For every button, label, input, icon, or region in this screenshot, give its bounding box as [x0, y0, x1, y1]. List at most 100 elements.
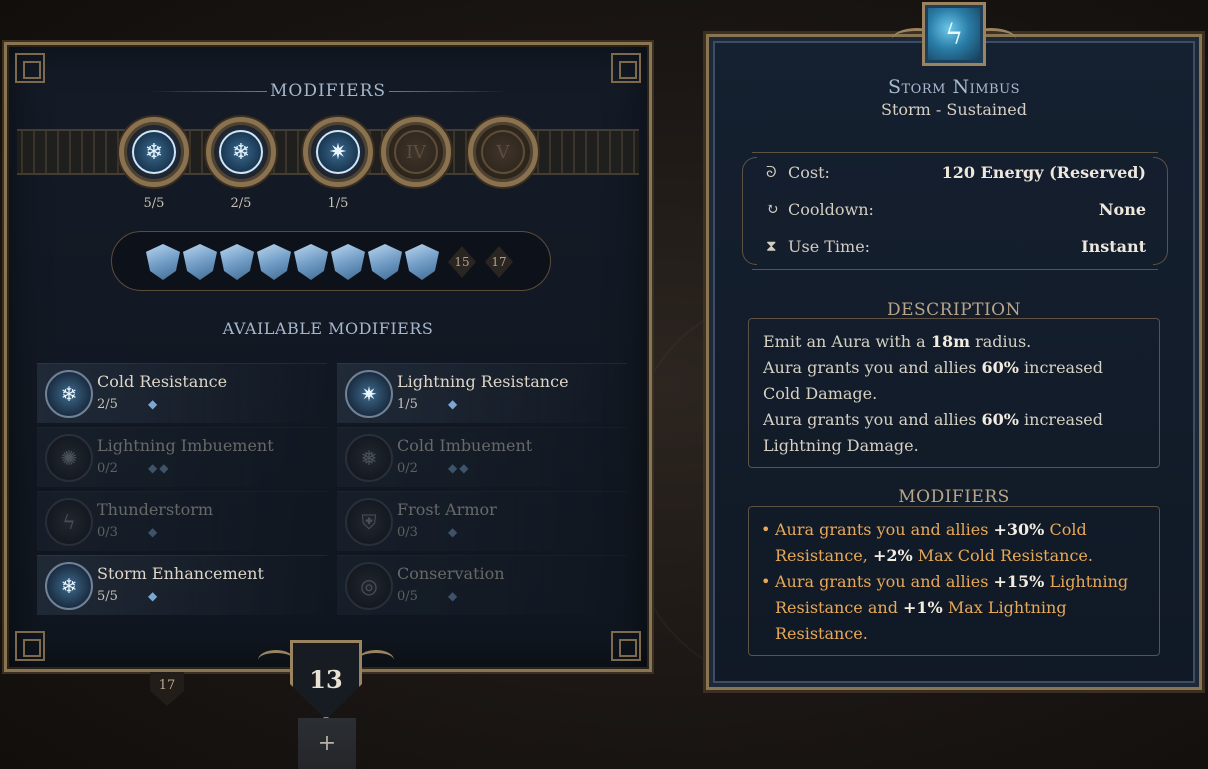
stat-label: Cooldown: — [788, 200, 874, 219]
point-gem — [183, 244, 217, 280]
energy-swirl-icon: ᘐ — [766, 163, 777, 181]
stat-label: Cost: — [788, 163, 830, 182]
modifier-cost-pips: ◆ — [148, 525, 160, 539]
required-level-badge: 17 — [150, 672, 184, 706]
skill-icon-frame: ϟ — [922, 2, 986, 66]
skill-type: Storm - Sustained — [881, 100, 1027, 119]
lightning-resistance-icon: ✷ — [316, 130, 360, 174]
modifier-count: 0/2 — [397, 461, 418, 476]
modifier-thunderstorm[interactable]: ϟ Thunderstorm 0/3 ◆ — [37, 491, 327, 551]
storm-enhancement-icon: ❄ — [132, 130, 176, 174]
hourglass-icon: ⧗ — [766, 237, 777, 255]
modifier-frost-armor[interactable]: ⛨ Frost Armor 0/3 ◆ — [337, 491, 627, 551]
modifier-cost-pips: ◆◆ — [148, 461, 171, 475]
skill-name: Storm Nimbus — [888, 76, 1020, 98]
description-line: Aura grants you and allies 60% increased… — [763, 358, 1103, 403]
modifier-name: Cold Resistance — [97, 372, 228, 391]
point-gem — [368, 244, 402, 280]
slot-count: 2/5 — [230, 196, 252, 211]
modifier-lightning-imbuement[interactable]: ✺ Lightning Imbuement 0/2 ◆◆ — [37, 427, 327, 487]
stat-value: None — [1098, 200, 1146, 219]
modifier-conservation[interactable]: ◎ Conservation 0/5 ◆ — [337, 555, 627, 615]
badge-ornament — [258, 650, 294, 670]
modifier-count: 5/5 — [97, 589, 118, 604]
modifier-cold-imbuement[interactable]: ❅ Cold Imbuement 0/2 ◆◆ — [337, 427, 627, 487]
stat-row-use-time: ⧗ Use Time: Instant — [766, 237, 1146, 261]
corner-ornament — [15, 53, 45, 83]
modifier-slot-5[interactable]: V — [468, 117, 538, 187]
modifier-count: 0/5 — [397, 589, 418, 604]
locked-gem: 17 — [485, 246, 513, 278]
cold-resistance-icon: ❄ — [219, 130, 263, 174]
corner-ornament — [15, 631, 45, 661]
modifier-cost-pips: ◆ — [448, 397, 460, 411]
description-line: Aura grants you and allies 60% increased… — [763, 410, 1103, 455]
modifier-cost-pips: ◆ — [448, 589, 460, 603]
modifier-name: Thunderstorm — [97, 500, 214, 519]
point-gem — [294, 244, 328, 280]
modifiers-title: MODIFIERS — [269, 81, 387, 101]
skill-stats: ᘐ Cost: 120 Energy (Reserved) ↻ Cooldown… — [742, 152, 1168, 270]
modifier-effect: Aura grants you and allies +15% Lightnin… — [761, 569, 1145, 647]
modifier-cost-pips: ◆ — [148, 397, 160, 411]
modifiers-detail-box: Aura grants you and allies +30% Cold Res… — [748, 506, 1160, 656]
point-gem — [220, 244, 254, 280]
thunderstorm-icon: ϟ — [45, 498, 93, 546]
badge-ornament — [358, 650, 394, 670]
lightning-resistance-icon: ✷ — [345, 370, 393, 418]
cold-resistance-icon: ❄ — [45, 370, 93, 418]
modifier-name: Frost Armor — [397, 500, 497, 519]
conservation-icon: ◎ — [345, 562, 393, 610]
modifier-storm-enhancement[interactable]: ❄ Storm Enhancement 5/5 ◆ — [37, 555, 327, 615]
add-point-button[interactable]: + — [298, 718, 356, 769]
point-gem — [257, 244, 291, 280]
description-title: DESCRIPTION — [886, 300, 1021, 320]
modifiers-detail-title: MODIFIERS — [898, 487, 1010, 507]
locked-gem: 15 — [448, 246, 476, 278]
available-modifiers-title: AVAILABLE MODIFIERS — [222, 319, 434, 338]
point-gem — [146, 244, 180, 280]
modifier-cost-pips: ◆ — [448, 525, 460, 539]
locked-slot-label: V — [481, 130, 525, 174]
slot-count: 1/5 — [327, 196, 349, 211]
modifier-cost-pips: ◆◆ — [448, 461, 471, 475]
corner-ornament — [611, 53, 641, 83]
lightning-imbuement-icon: ✺ — [45, 434, 93, 482]
cooldown-icon: ↻ — [766, 200, 779, 218]
modifier-cost-pips: ◆ — [148, 589, 160, 603]
modifier-name: Cold Imbuement — [397, 436, 533, 455]
corner-ornament — [611, 631, 641, 661]
stat-row-cooldown: ↻ Cooldown: None — [766, 200, 1146, 224]
modifier-name: Conservation — [397, 564, 505, 583]
modifier-slot-3[interactable]: ✷ — [303, 117, 373, 187]
modifier-count: 0/3 — [97, 525, 118, 540]
modifier-name: Lightning Imbuement — [97, 436, 274, 455]
locked-slot-label: IV — [394, 130, 438, 174]
stat-label: Use Time: — [788, 237, 871, 256]
modifier-effect: Aura grants you and allies +30% Cold Res… — [761, 517, 1145, 569]
stat-row-cost: ᘐ Cost: 120 Energy (Reserved) — [766, 163, 1146, 187]
modifier-name: Storm Enhancement — [97, 564, 264, 583]
modifier-name: Lightning Resistance — [397, 372, 569, 391]
storm-nimbus-icon: ϟ — [928, 8, 980, 60]
skill-level-badge: 13 — [290, 640, 362, 720]
slot-count: 5/5 — [143, 196, 165, 211]
point-gem — [405, 244, 439, 280]
modifier-count: 1/5 — [397, 397, 418, 412]
modifier-cold-resistance[interactable]: ❄ Cold Resistance 2/5 ◆ — [37, 363, 327, 423]
frost-armor-icon: ⛨ — [345, 498, 393, 546]
description-line: Emit an Aura with a 18m radius. — [763, 332, 1032, 351]
cold-imbuement-icon: ❅ — [345, 434, 393, 482]
modifier-count: 0/3 — [397, 525, 418, 540]
modifier-slot-2[interactable]: ❄ — [206, 117, 276, 187]
modifier-slot-1[interactable]: ❄ — [119, 117, 189, 187]
modifier-count: 0/2 — [97, 461, 118, 476]
modifier-slot-4[interactable]: IV — [381, 117, 451, 187]
stat-value: 120 Energy (Reserved) — [941, 163, 1146, 182]
modifiers-panel: MODIFIERS ❄ ❄ ✷ IV V 5/5 2/5 1/5 15 17 A… — [4, 42, 652, 672]
description-box: Emit an Aura with a 18m radius. Aura gra… — [748, 318, 1160, 468]
modifier-points-bar: 15 17 — [111, 231, 551, 291]
point-gem — [331, 244, 365, 280]
modifier-lightning-resistance[interactable]: ✷ Lightning Resistance 1/5 ◆ — [337, 363, 627, 423]
storm-enhancement-icon: ❄ — [45, 562, 93, 610]
